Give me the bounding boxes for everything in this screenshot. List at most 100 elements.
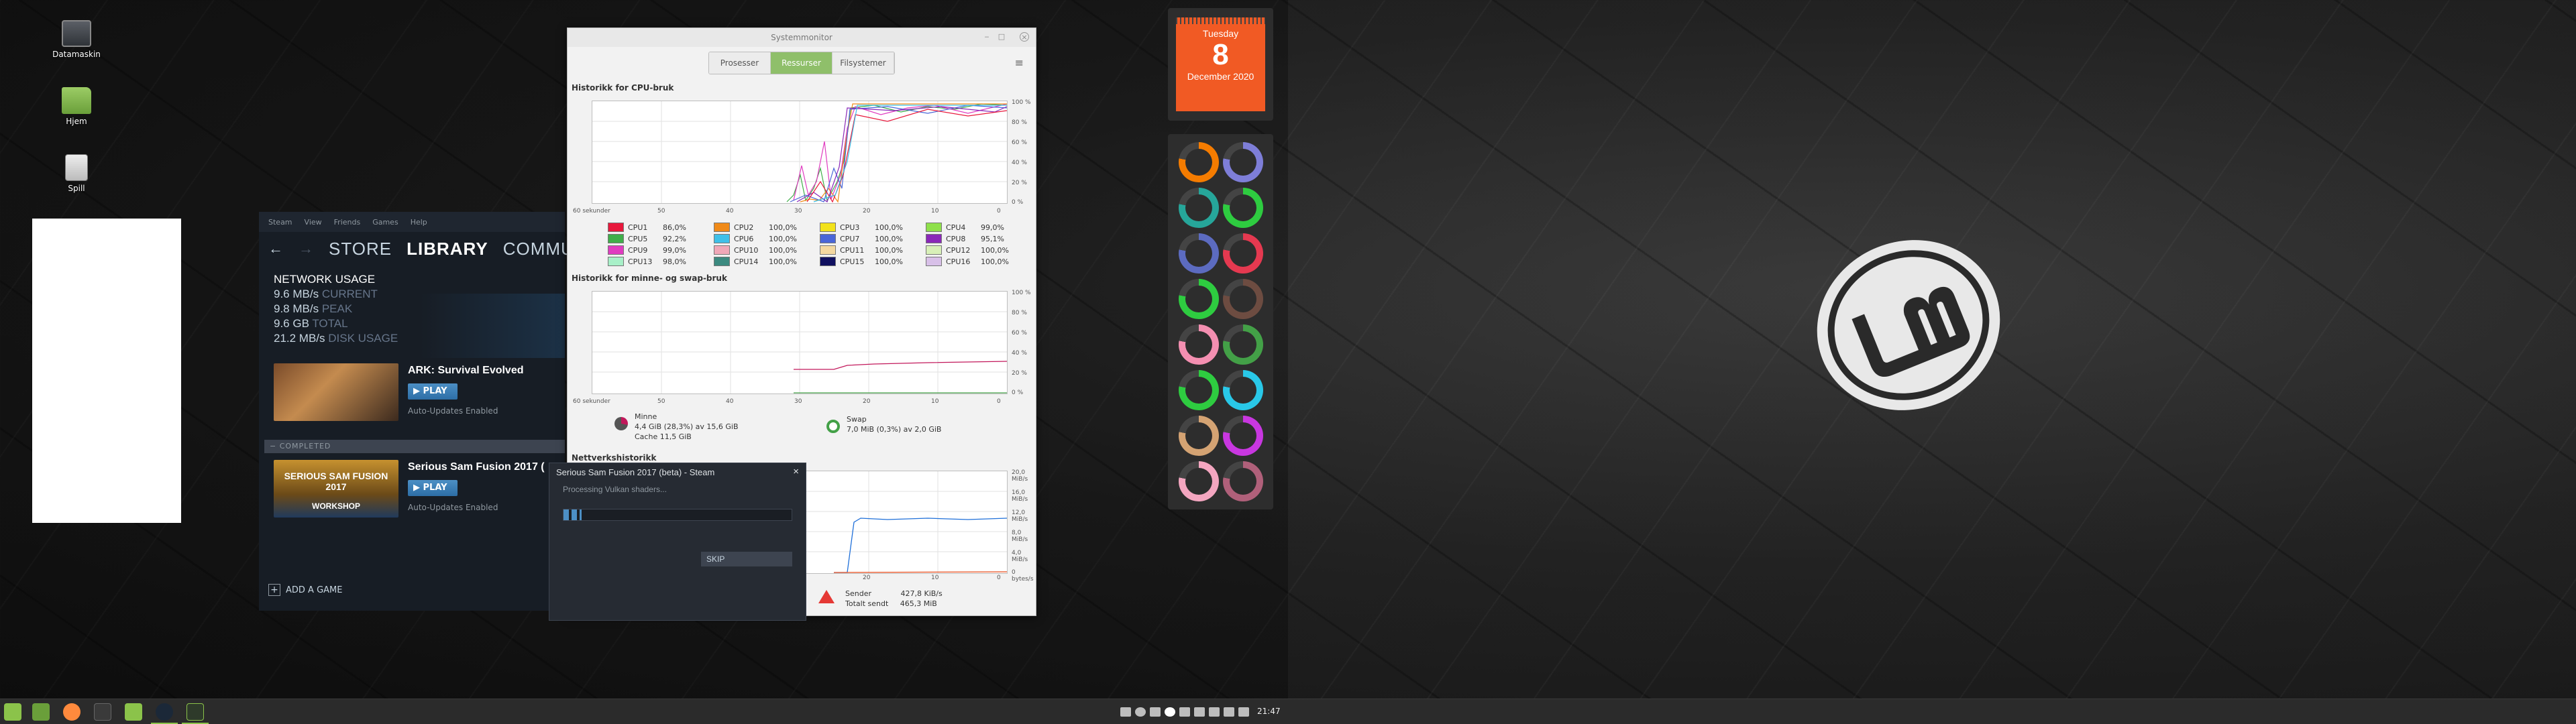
calendar-page: Tuesday 8 December 2020	[1176, 17, 1265, 111]
nav-library[interactable]: LIBRARY	[407, 239, 488, 259]
game-art-serious-sam[interactable]: SERIOUS SAM FUSION 2017 WORKSHOP	[274, 460, 398, 518]
conky-ring-center	[1230, 377, 1256, 404]
printer-icon[interactable]	[1179, 707, 1190, 717]
terminal-icon[interactable]	[94, 703, 111, 721]
cpu-name: CPU12	[946, 245, 971, 255]
play-button[interactable]: ▶ PLAY	[408, 480, 458, 496]
cpu-color-swatch[interactable]	[714, 223, 730, 232]
show-desktop-icon[interactable]	[32, 703, 50, 721]
x-tick: 0	[997, 575, 1001, 581]
cpu-value: 99,0%	[981, 223, 1004, 232]
menu-view[interactable]: View	[305, 218, 322, 227]
conky-ring	[1223, 279, 1263, 319]
menu-steam[interactable]: Steam	[268, 218, 292, 227]
cpu-color-swatch[interactable]	[926, 234, 942, 243]
progress-fill	[564, 509, 582, 520]
cpu-name: CPU10	[734, 245, 759, 255]
browser-icon[interactable]	[63, 703, 80, 721]
cpu-value: 86,0%	[663, 223, 686, 232]
cpu-value: 95,1%	[981, 234, 1004, 243]
tab-processes[interactable]: Prosesser	[709, 52, 771, 74]
maximize-icon[interactable]: □	[997, 32, 1006, 42]
cpu-color-swatch[interactable]	[608, 223, 624, 232]
y-tick: 0 bytes/s	[1012, 569, 1034, 583]
battery-icon[interactable]	[1238, 707, 1249, 717]
menu-icon[interactable]	[4, 703, 21, 721]
memory-used: 4,4 GiB (28,3%) av 15,6 GiB	[635, 422, 739, 431]
cpu-graph	[592, 101, 1008, 204]
cpu-color-swatch[interactable]	[608, 245, 624, 255]
cpu-color-swatch[interactable]	[714, 257, 730, 266]
cpu-value: 100,0%	[875, 223, 903, 232]
y-tick: 4,0 MiB/s	[1012, 550, 1028, 563]
game-title[interactable]: ARK: Survival Evolved	[408, 365, 524, 377]
linux-mint-logo	[1817, 240, 2000, 410]
conky-ring-center	[1230, 194, 1256, 221]
files-icon[interactable]	[125, 703, 142, 721]
y-tick: 80 %	[1012, 119, 1027, 126]
send-legend: Sender 427,8 KiB/s Totalt sendt 465,3 Mi…	[845, 589, 943, 609]
add-game-button[interactable]: + ADD A GAME	[268, 584, 342, 596]
play-button[interactable]: ▶ PLAY	[408, 383, 458, 400]
steam-tray-icon[interactable]	[1135, 707, 1146, 717]
cpu-color-swatch[interactable]	[926, 257, 942, 266]
desktop-icon-label: Spill	[68, 184, 85, 193]
net-current-label: CURRENT	[321, 288, 378, 300]
network-icon[interactable]	[1194, 707, 1205, 717]
close-icon[interactable]: ×	[793, 466, 799, 477]
steam-icon[interactable]	[156, 703, 173, 721]
cpu-value: 99,0%	[663, 245, 686, 255]
close-icon[interactable]: ×	[1020, 32, 1029, 42]
desktop-icon-computer[interactable]: Datamaskin	[43, 20, 110, 59]
cpu-color-swatch[interactable]	[926, 223, 942, 232]
swap-ring-icon	[826, 420, 840, 433]
x-tick: 60 sekunder	[573, 208, 610, 215]
menu-games[interactable]: Games	[372, 218, 398, 227]
forward-arrow-icon[interactable]: →	[299, 240, 314, 257]
cpu-legend-item: CPU14 100,0%	[714, 257, 797, 266]
cpu-value: 98,0%	[663, 257, 686, 266]
bluetooth-icon[interactable]	[1209, 707, 1220, 717]
skype-icon[interactable]	[1165, 707, 1175, 717]
cpu-color-swatch[interactable]	[714, 234, 730, 243]
keyboard-icon[interactable]	[1120, 707, 1131, 717]
minimize-icon[interactable]: ‒	[982, 32, 991, 42]
cpu-color-swatch[interactable]	[820, 257, 836, 266]
menu-help[interactable]: Help	[411, 218, 427, 227]
clock[interactable]: 21:47	[1257, 707, 1281, 716]
cpu-color-swatch[interactable]	[820, 223, 836, 232]
workshop-text: WORKSHOP	[312, 501, 360, 511]
tab-resources[interactable]: Ressurser	[771, 52, 833, 74]
game-art-text: SERIOUS SAM FUSION 2017	[284, 471, 388, 492]
hamburger-menu-icon[interactable]: ≡	[1015, 56, 1024, 69]
cpu-color-swatch[interactable]	[926, 245, 942, 255]
game-title[interactable]: Serious Sam Fusion 2017 (	[408, 461, 545, 473]
total-sent-label: Totalt sendt	[845, 599, 889, 608]
back-arrow-icon[interactable]: ←	[268, 240, 284, 257]
window-titlebar[interactable]: Systemmonitor ‒ □ ×	[568, 28, 1036, 47]
game-art-ark[interactable]	[274, 363, 398, 421]
menu-friends[interactable]: Friends	[334, 218, 361, 227]
completed-section[interactable]: − COMPLETED	[264, 440, 565, 453]
cpu-color-swatch[interactable]	[820, 234, 836, 243]
skip-button[interactable]: SKIP	[701, 552, 792, 566]
cpu-color-swatch[interactable]	[608, 234, 624, 243]
desktop-icon-games[interactable]: Spill	[43, 154, 110, 193]
cpu-color-swatch[interactable]	[820, 245, 836, 255]
x-tick: 0	[997, 208, 1001, 215]
desktop-icon-home[interactable]: Hjem	[43, 87, 110, 126]
cpu-color-swatch[interactable]	[608, 257, 624, 266]
volume-icon[interactable]	[1224, 707, 1234, 717]
tab-filesystems[interactable]: Filsystemer	[833, 52, 894, 74]
dialog-title: Serious Sam Fusion 2017 (beta) - Steam	[556, 467, 715, 477]
cpu-color-swatch[interactable]	[714, 245, 730, 255]
y-tick: 16,0 MiB/s	[1012, 489, 1028, 503]
system-monitor-icon[interactable]	[186, 703, 204, 721]
nav-store[interactable]: STORE	[329, 239, 392, 259]
add-game-label: ADD A GAME	[286, 585, 343, 595]
shield-icon[interactable]	[1150, 707, 1161, 717]
cpu-value: 100,0%	[875, 257, 903, 266]
y-tick: 0 %	[1012, 199, 1024, 206]
cpu-legend-item: CPU13 98,0%	[608, 257, 686, 266]
cpu-legend-item: CPU10 100,0%	[714, 245, 797, 255]
